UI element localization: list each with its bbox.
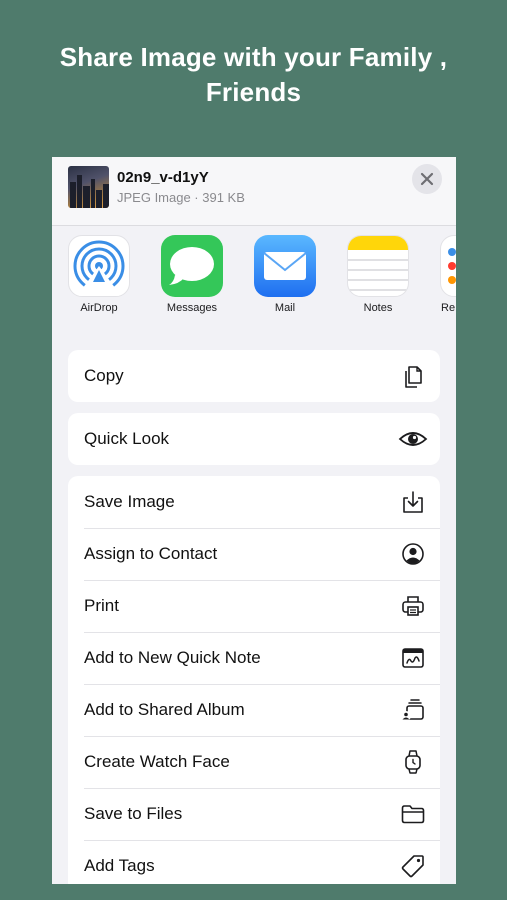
share-sheet: 02n9_v-d1yY JPEG Image · 391 KB AirDrop [52,157,456,884]
save-icon [400,489,426,515]
action-add-to-shared-album[interactable]: Add to Shared Album [68,684,440,736]
quick-look-card: Quick Look [68,413,440,465]
action-create-watch-face[interactable]: Create Watch Face [68,736,440,788]
action-label: Print [84,596,119,615]
tag-icon [400,853,426,879]
person-icon [400,541,426,567]
eye-icon [398,426,428,452]
shared-album-icon [400,697,426,723]
close-icon [420,172,434,186]
app-airdrop[interactable]: AirDrop [59,235,139,314]
mail-icon [254,235,316,297]
headline-line-2: Friends [205,77,302,107]
action-label: Save to Files [84,804,183,823]
app-label-notes: Notes [363,302,393,314]
close-button[interactable] [412,164,442,194]
action-label: Save Image [84,492,175,511]
image-thumbnail [68,166,109,208]
airdrop-icon [68,235,130,297]
action-add-to-new-quick-note[interactable]: Add to New Quick Note [68,632,440,684]
actions-list-card: Save Image Assign to Contact Print Add t… [68,476,440,884]
app-label-messages: Messages [166,302,218,314]
action-label: Quick Look [84,429,170,448]
action-label: Add to Shared Album [84,700,245,719]
action-quick-look[interactable]: Quick Look [68,413,440,465]
notes-icon [347,235,409,297]
folder-icon [400,801,426,827]
action-label: Add Tags [84,856,155,875]
action-label: Create Watch Face [84,752,230,771]
action-assign-to-contact[interactable]: Assign to Contact [68,528,440,580]
app-messages[interactable]: Messages [152,235,232,314]
watch-icon [400,749,426,775]
action-label: Copy [84,366,124,385]
messages-icon [161,235,223,297]
action-print[interactable]: Print [68,580,440,632]
copy-icon [400,363,426,389]
headline-line-1: Share Image with your Family , [59,42,448,72]
action-save-to-files[interactable]: Save to Files [68,788,440,840]
apps-row: AirDrop Messages Mail Notes Re [52,235,456,325]
app-mail[interactable]: Mail [245,235,325,314]
quick-note-icon [400,645,426,671]
promo-headline: Share Image with your Family , Friends [0,40,507,110]
action-copy[interactable]: Copy [68,350,440,402]
file-name: 02n9_v-d1yY [117,169,209,186]
app-reminders[interactable]: Re [431,235,456,314]
action-add-tags[interactable]: Add Tags [68,840,440,884]
action-label: Assign to Contact [84,544,218,563]
app-label-mail: Mail [274,302,296,314]
printer-icon [400,593,426,619]
reminders-icon [440,235,456,297]
action-save-image[interactable]: Save Image [68,476,440,528]
share-sheet-header: 02n9_v-d1yY JPEG Image · 391 KB [52,157,456,226]
copy-card: Copy [68,350,440,402]
file-meta: JPEG Image · 391 KB [117,190,245,205]
app-label-reminders: Re [441,302,456,314]
app-notes[interactable]: Notes [338,235,418,314]
app-label-airdrop: AirDrop [80,302,118,314]
action-label: Add to New Quick Note [84,648,261,667]
